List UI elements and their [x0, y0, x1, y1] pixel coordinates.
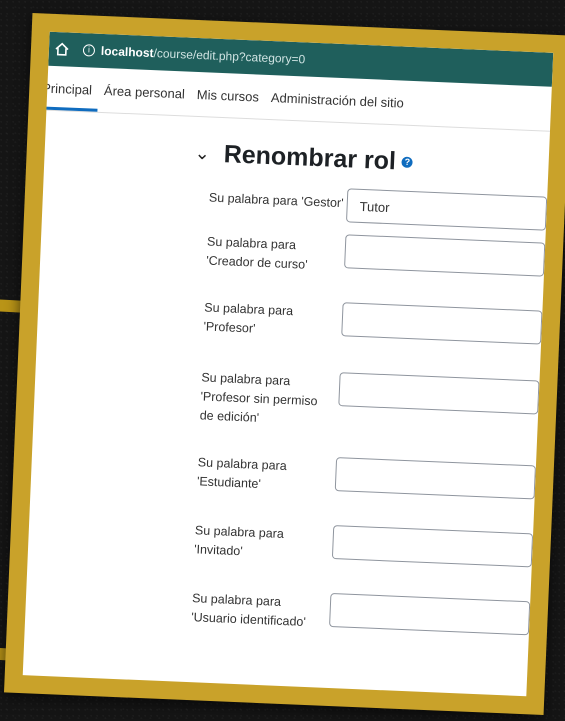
section-title: Renombrar rol [223, 140, 397, 176]
field-row-gestor: Su palabra para 'Gestor' [208, 183, 548, 231]
nav-item-home[interactable]: a Principal [24, 79, 99, 112]
field-label: Su palabra para 'Gestor' [208, 190, 344, 211]
field-row-estudiante: Su palabra para 'Estudiante' [197, 451, 536, 505]
field-label: Su palabra para 'Usuario identificado' [191, 591, 307, 629]
rename-noneditingteacher-input[interactable] [338, 372, 540, 415]
field-row-creador: Su palabra para 'Creador de curso' [205, 231, 546, 285]
field-row-invitado: Su palabra para 'Invitado' [193, 519, 534, 573]
field-row-profesor-sin-permiso: Su palabra para 'Profesor sin permiso de… [199, 366, 540, 439]
url-path: /course/edit.php?category=0 [153, 46, 306, 67]
help-icon[interactable]: ? [401, 156, 414, 169]
home-icon[interactable] [55, 42, 70, 57]
field-label: Su palabra para 'Estudiante' [196, 455, 287, 491]
nav-item-site-admin[interactable]: Administración del sitio [264, 90, 410, 125]
rename-user-input[interactable] [329, 592, 531, 636]
rename-teacher-input[interactable] [341, 302, 543, 345]
picture-frame: i localhost/course/edit.php?category=0 a… [3, 12, 565, 716]
field-label: Su palabra para 'Profesor' [203, 300, 294, 336]
field-row-usuario-identificado: Su palabra para 'Usuario identificado' [191, 587, 531, 641]
field-label: Su palabra para 'Invitado' [193, 523, 285, 559]
section-header[interactable]: ⌄ Renombrar rol ? [194, 139, 549, 183]
rename-guest-input[interactable] [331, 525, 534, 568]
nav-item-dashboard[interactable]: Área personal [97, 83, 191, 116]
field-label: Su palabra para 'Profesor sin permiso de… [199, 370, 318, 425]
chevron-down-icon[interactable]: ⌄ [194, 143, 210, 165]
field-label: Su palabra para 'Creador de curso' [205, 234, 308, 272]
url-host: localhost [100, 43, 154, 61]
info-icon[interactable]: i [82, 44, 96, 57]
rename-course-creator-input[interactable] [344, 234, 546, 277]
nav-item-my-courses[interactable]: Mis cursos [190, 87, 265, 119]
browser-window: i localhost/course/edit.php?category=0 a… [22, 31, 554, 697]
field-row-profesor: Su palabra para 'Profesor' [203, 296, 543, 350]
rename-gestor-input[interactable] [345, 188, 548, 231]
rename-student-input[interactable] [334, 457, 536, 500]
